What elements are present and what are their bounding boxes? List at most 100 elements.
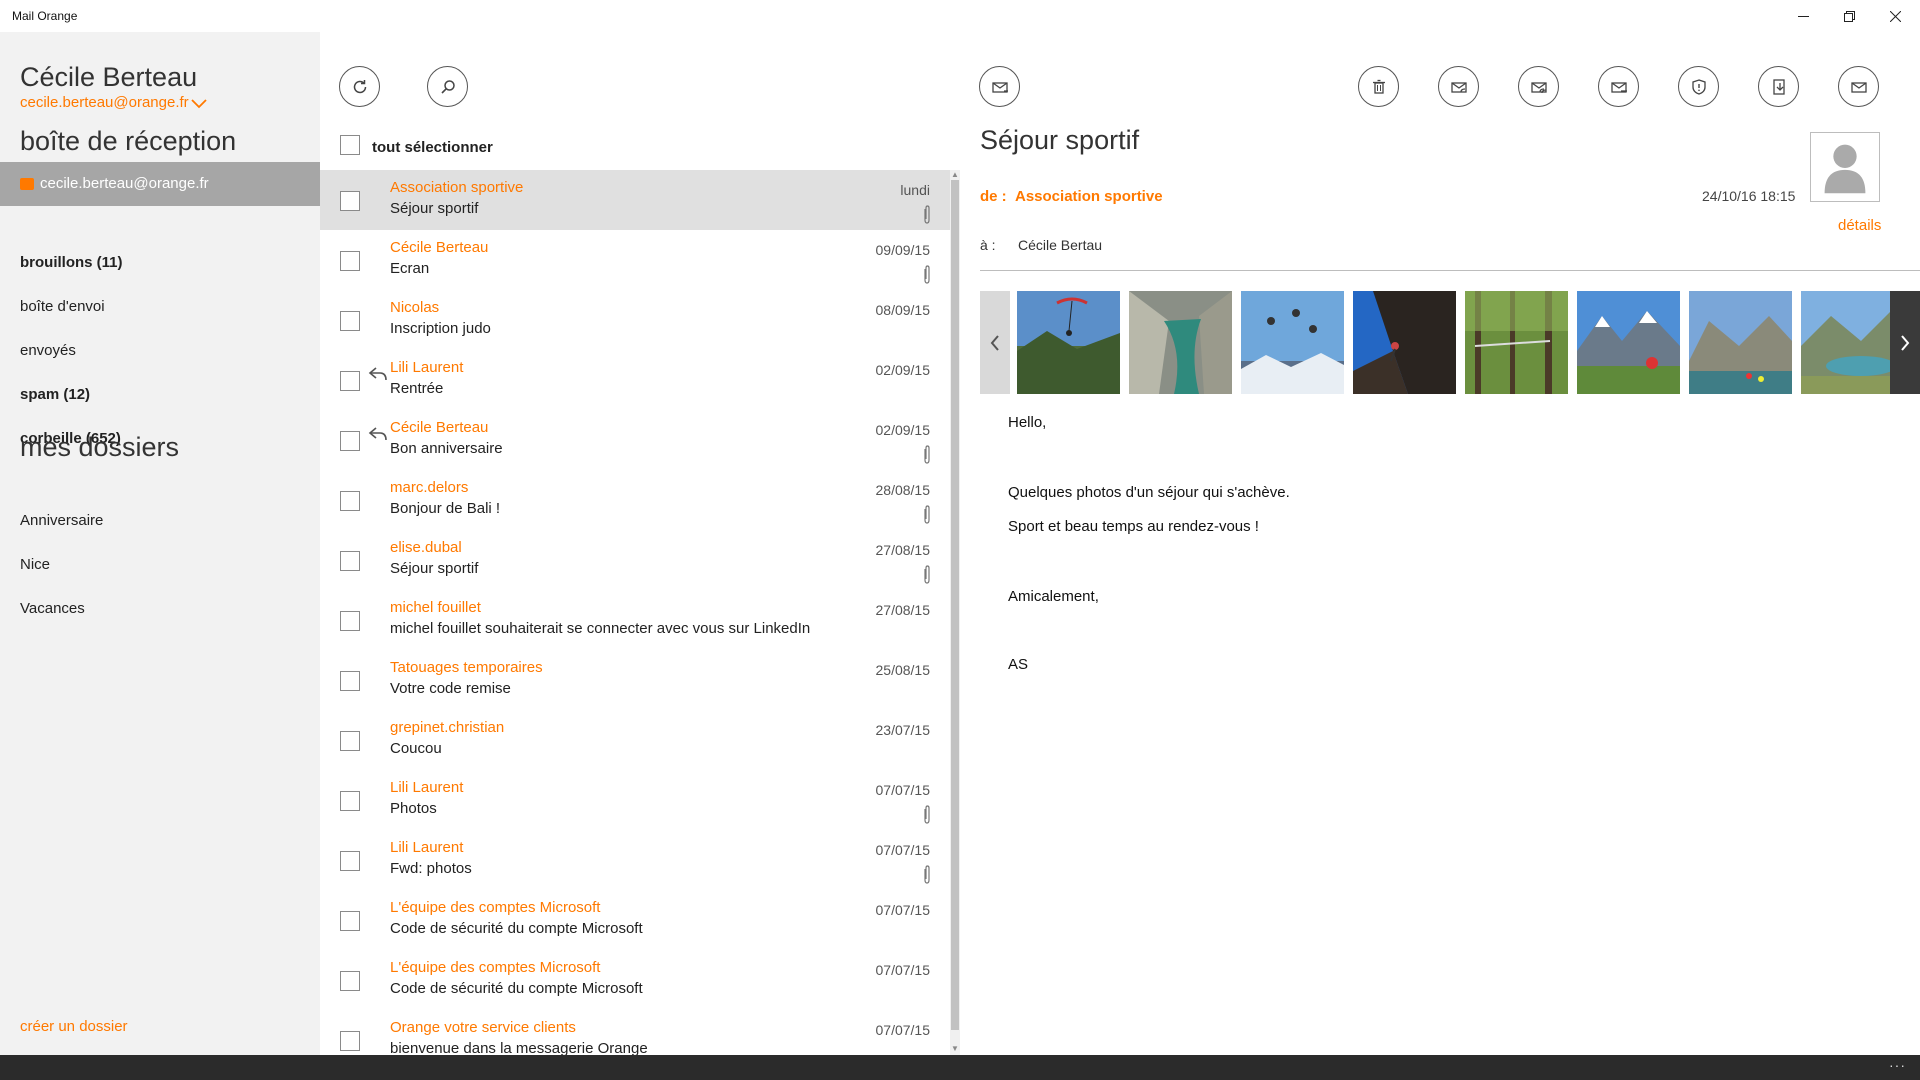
mountain-lake-photo[interactable] [1801, 291, 1904, 394]
message-subject-line: Inscription judo [390, 320, 491, 337]
scrollbar-thumb[interactable] [951, 180, 959, 1030]
message-subject-line: bienvenue dans la messagerie Orange [390, 1040, 648, 1055]
message-date: 07/07/15 [875, 782, 931, 798]
details-link[interactable]: détails [1838, 217, 1881, 234]
message-checkbox[interactable] [340, 311, 360, 331]
sidebar-item-inbox[interactable]: cecile.berteau@orange.fr [0, 162, 320, 206]
sidebar: Cécile Berteau cecile.berteau@orange.fr … [0, 32, 320, 1055]
replied-icon [368, 367, 387, 381]
message-checkbox[interactable] [340, 611, 360, 631]
move-button[interactable] [1758, 66, 1799, 107]
title-bar: Mail Orange [0, 0, 1920, 32]
gallery-prev-button[interactable] [980, 291, 1010, 394]
message-checkbox[interactable] [340, 971, 360, 991]
mark-unread-button[interactable] [1838, 66, 1879, 107]
message-row[interactable]: Cécile Berteau Bon anniversaire 02/09/15 [320, 410, 950, 470]
message-checkbox[interactable] [340, 371, 360, 391]
restore-button[interactable] [1826, 0, 1872, 32]
message-row[interactable]: L'équipe des comptes Microsoft Code de sé… [320, 950, 950, 1010]
message-subject-line: Rentrée [390, 380, 444, 397]
message-list-scrollbar[interactable]: ▲ ▼ [950, 170, 960, 1055]
account-email[interactable]: cecile.berteau@orange.fr [20, 94, 189, 111]
message-subject-line: Fwd: photos [390, 860, 472, 877]
mountain-biking-photo[interactable] [1577, 291, 1680, 394]
message-row[interactable]: Cécile Berteau Ecran 09/09/15 [320, 230, 950, 290]
message-checkbox[interactable] [340, 251, 360, 271]
sidebar-item-my-folder[interactable]: Vacances [20, 600, 85, 617]
message-row[interactable]: michel fouillet michel fouillet souhaiter… [320, 590, 950, 650]
message-body-line: AS [1008, 656, 1029, 673]
message-checkbox[interactable] [340, 491, 360, 511]
climbing-photo[interactable] [1353, 291, 1456, 394]
delete-button[interactable] [1358, 66, 1399, 107]
my-folders-heading: mes dossiers [20, 432, 180, 462]
sidebar-item-my-folder[interactable]: Nice [20, 556, 50, 573]
to-recipient[interactable]: Cécile Bertau [1018, 237, 1102, 253]
message-row[interactable]: marc.delors Bonjour de Bali ! 28/08/15 [320, 470, 950, 530]
mark-unread-icon [1850, 81, 1867, 93]
message-checkbox[interactable] [340, 851, 360, 871]
sidebar-item-folder[interactable]: boîte d'envoi [20, 298, 105, 315]
sidebar-item-folder[interactable]: brouillons (11) [20, 254, 123, 271]
message-row[interactable]: elise.dubal Séjour sportif 27/08/15 [320, 530, 950, 590]
gallery-next-button[interactable] [1890, 291, 1920, 394]
reply-button[interactable] [1438, 66, 1479, 107]
account-name: Cécile Berteau [20, 62, 198, 92]
message-subject-line: Bonjour de Bali ! [390, 500, 501, 517]
skydiving-photo[interactable] [1241, 291, 1344, 394]
canyoning-photo[interactable] [1129, 291, 1232, 394]
search-button[interactable] [427, 66, 468, 107]
select-all-checkbox[interactable] [340, 135, 360, 155]
message-sender: Lili Laurent [390, 359, 464, 376]
message-sender: marc.delors [390, 479, 469, 496]
minimize-button[interactable] [1780, 0, 1826, 32]
message-date: 07/07/15 [875, 1022, 931, 1038]
message-date: 24/10/16 18:15 [1702, 188, 1796, 204]
sidebar-item-my-folder[interactable]: Anniversaire [20, 512, 103, 529]
scroll-up-icon[interactable]: ▲ [951, 170, 959, 179]
scroll-down-icon[interactable]: ▼ [951, 1044, 959, 1053]
message-checkbox[interactable] [340, 1031, 360, 1051]
message-row[interactable]: Lili Laurent Photos 07/07/15 [320, 770, 950, 830]
message-checkbox[interactable] [340, 731, 360, 751]
to-label: à : [980, 237, 996, 253]
treetop-course-photo[interactable] [1465, 291, 1568, 394]
message-row[interactable]: grepinet.christian Coucou 23/07/15 [320, 710, 950, 770]
spam-icon [1691, 78, 1706, 95]
mailbox-icon [20, 178, 34, 190]
forward-button[interactable] [1598, 66, 1639, 107]
create-folder-link[interactable]: créer un dossier [20, 1018, 128, 1035]
message-checkbox[interactable] [340, 431, 360, 451]
paragliding-photo[interactable] [1017, 291, 1120, 394]
more-options-icon[interactable]: ··· [1889, 1057, 1906, 1073]
delete-icon [1372, 79, 1385, 94]
message-sender: L'équipe des comptes Microsoft [390, 899, 601, 916]
message-row[interactable]: Lili Laurent Fwd: photos 07/07/15 [320, 830, 950, 890]
message-subject-line: michel fouillet souhaiterait se connecte… [390, 620, 811, 637]
kayaking-photo[interactable] [1689, 291, 1792, 394]
message-row[interactable]: Lili Laurent Rentrée 02/09/15 [320, 350, 950, 410]
refresh-button[interactable] [339, 66, 380, 107]
message-checkbox[interactable] [340, 791, 360, 811]
message-row[interactable]: Association sportive Séjour sportif lundi [320, 170, 950, 230]
spam-button[interactable] [1678, 66, 1719, 107]
sidebar-item-folder[interactable]: spam (12) [20, 386, 90, 403]
message-sender: Tatouages temporaires [390, 659, 543, 676]
message-row[interactable]: Nicolas Inscription judo 08/09/15 [320, 290, 950, 350]
sidebar-item-folder[interactable]: envoyés [20, 342, 76, 359]
message-checkbox[interactable] [340, 911, 360, 931]
close-button[interactable] [1872, 0, 1918, 32]
chevron-down-icon[interactable] [191, 98, 207, 110]
message-checkbox[interactable] [340, 671, 360, 691]
message-checkbox[interactable] [340, 191, 360, 211]
new-message-button[interactable] [979, 66, 1020, 107]
message-row[interactable]: L'équipe des comptes Microsoft Code de sé… [320, 890, 950, 950]
message-row[interactable]: Tatouages temporaires Votre code remise 25… [320, 650, 950, 710]
message-row[interactable]: Orange votre service clients bienvenue da… [320, 1010, 950, 1055]
message-body-line: Hello, [1008, 414, 1047, 431]
reply-all-button[interactable] [1518, 66, 1559, 107]
message-checkbox[interactable] [340, 551, 360, 571]
from-sender[interactable]: Association sportive [1015, 188, 1163, 205]
header-divider [980, 270, 1920, 271]
person-icon [1824, 144, 1866, 194]
